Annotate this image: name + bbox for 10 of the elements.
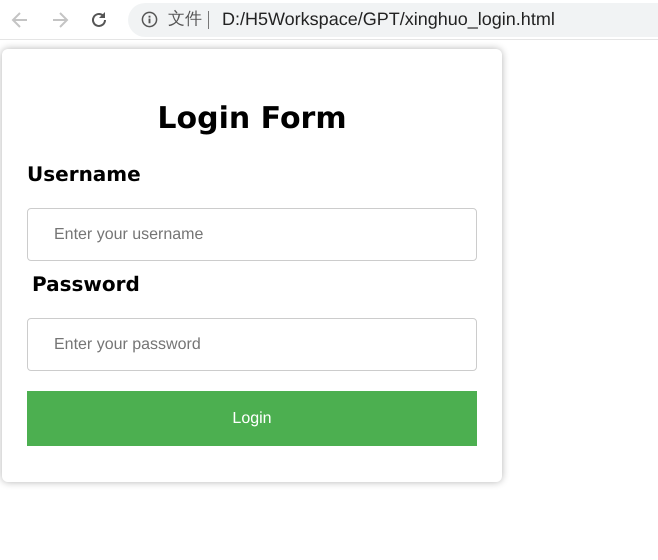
reload-icon[interactable] (89, 10, 109, 30)
text-field[interactable]: Enter your password (27, 318, 477, 371)
info-icon[interactable] (141, 11, 158, 28)
text-field[interactable]: Enter your username (27, 208, 477, 261)
field-label: Username (27, 161, 141, 187)
security-label: 文件 (168, 8, 202, 31)
field-label: Password (32, 271, 140, 297)
address-bar[interactable]: 文件 D:/H5Workspace/GPT/xinghuo_login.html (128, 2, 658, 36)
form-title: Login Form (156, 100, 348, 138)
url-text: D:/H5Workspace/GPT/xinghuo_login.html (222, 8, 555, 31)
